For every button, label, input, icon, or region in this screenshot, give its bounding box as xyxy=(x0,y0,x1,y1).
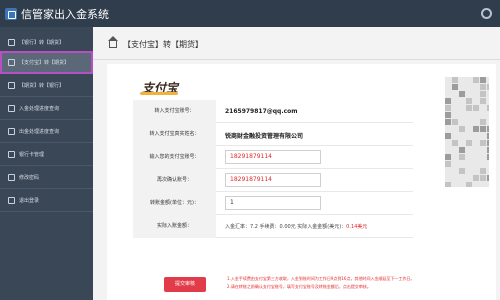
sidebar-item-label: 入金处理进度查询 xyxy=(19,106,60,112)
target-account-value: 2165979817@qq.com xyxy=(225,108,298,115)
list-icon xyxy=(8,105,15,112)
transfer-icon xyxy=(8,82,15,89)
form-row-target-account: 转入支付宝账号： 2165979817@qq.com xyxy=(133,100,413,123)
form-label: 转入支付宝真实姓名： xyxy=(133,123,216,146)
sidebar-item-label: 【期货】转【银行】 xyxy=(19,83,65,89)
transfer-form-card: 支付宝 转入支付宝账号： 2165979817@qq.com 转入支付宝真实姓名… xyxy=(107,64,496,300)
top-bar: 信管家出入金系统 xyxy=(0,0,500,27)
sidebar-item-withdraw-progress[interactable]: 出金处理进度查询 xyxy=(0,120,93,143)
form-row-target-name: 转入支付宝真实姓名： 锐商财金融投资管理有限公司 xyxy=(133,123,413,146)
card-icon xyxy=(8,151,15,158)
target-name-value: 锐商财金融投资管理有限公司 xyxy=(225,133,304,140)
confirm-account-input[interactable]: 18291879114 xyxy=(225,173,321,187)
tip-line: 1.入金手续费由支付宝第三方收取，入金到账时间为工作日9点到16点，其他时间入金… xyxy=(227,276,415,281)
form-label: 再次确认账号： xyxy=(133,169,216,192)
sidebar-item-label: 银行卡管理 xyxy=(19,152,45,158)
sidebar-item-change-password[interactable]: 修改密码 xyxy=(0,166,93,189)
actual-amount-note: 入金汇率：7.2 手续费：0.00元 实际入金金额(美元)：0.14美元 xyxy=(225,223,367,230)
logout-icon xyxy=(8,197,15,204)
app-title-text: 信管家出入金系统 xyxy=(21,8,109,21)
alipay-logo: 支付宝 xyxy=(139,81,179,95)
form-label: 转账金额(单位：元)： xyxy=(133,192,216,215)
form-row-confirm-account: 再次确认账号： 18291879114 xyxy=(133,169,413,192)
divider xyxy=(93,59,500,60)
form-row-actual-amount: 实际入账金额： 入金汇率：7.2 手续费：0.00元 实际入金金额(美元)：0.… xyxy=(133,215,413,238)
sidebar: 【银行】转【期货】 【支付宝】转【期货】 【期货】转【银行】 入金处理进度查询 … xyxy=(0,27,93,300)
form-label: 输入您的支付宝账号： xyxy=(133,146,216,169)
sidebar-item-bank-card[interactable]: 银行卡管理 xyxy=(0,143,93,166)
app-logo-icon xyxy=(5,8,17,20)
your-account-input[interactable]: 18291879114 xyxy=(225,150,321,164)
rate-fee-text: 入金汇率：7.2 手续费：0.00元 实际入金金额(美元)： xyxy=(225,224,347,230)
home-icon[interactable] xyxy=(108,36,118,48)
sidebar-item-label: 修改密码 xyxy=(19,175,40,181)
app-title: 信管家出入金系统 xyxy=(5,6,109,22)
tips: 1.入金手续费由支付宝第三方收取，入金到账时间为工作日9点到16点，其他时间入金… xyxy=(227,275,491,291)
list-icon xyxy=(8,128,15,135)
sidebar-item-label: 【支付宝】转【期货】 xyxy=(19,60,70,66)
sidebar-item-deposit-progress[interactable]: 入金处理进度查询 xyxy=(0,97,93,120)
form-row-amount: 转账金额(单位：元)： 1 xyxy=(133,192,413,215)
sidebar-item-logout[interactable]: 退出登录 xyxy=(0,189,93,212)
form-label: 转入支付宝账号： xyxy=(133,100,216,123)
submit-button[interactable]: 提交审核 xyxy=(164,277,206,292)
main-content: 【支付宝】转【期货】 支付宝 转入支付宝账号： 2165979817@qq.co… xyxy=(93,27,500,300)
sidebar-item-label: 退出登录 xyxy=(19,198,40,204)
transfer-icon xyxy=(8,39,15,46)
user-menu-icon[interactable] xyxy=(481,8,492,19)
form-row-your-account: 输入您的支付宝账号： 18291879114 xyxy=(133,146,413,169)
breadcrumb-text: 【支付宝】转【期货】 xyxy=(123,40,203,49)
sidebar-item-label: 出金处理进度查询 xyxy=(19,129,60,135)
tip-line: 2.请在转账之前确认支付宝账号，填写支付宝账号及转账金额后，点击提交审核。 xyxy=(227,284,371,289)
sidebar-item-alipay-to-futures[interactable]: 【支付宝】转【期货】 xyxy=(0,51,93,74)
form-label: 实际入账金额： xyxy=(133,215,216,238)
sidebar-item-label: 【银行】转【期货】 xyxy=(19,40,65,46)
amount-input[interactable]: 1 xyxy=(225,196,321,210)
home-icon xyxy=(8,59,15,66)
sidebar-item-futures-to-bank[interactable]: 【期货】转【银行】 xyxy=(0,74,93,97)
actual-amount-value: 0.14美元 xyxy=(346,224,368,230)
breadcrumb: 【支付宝】转【期货】 xyxy=(108,36,203,50)
qr-code-image xyxy=(445,77,489,187)
lock-icon xyxy=(8,174,15,181)
